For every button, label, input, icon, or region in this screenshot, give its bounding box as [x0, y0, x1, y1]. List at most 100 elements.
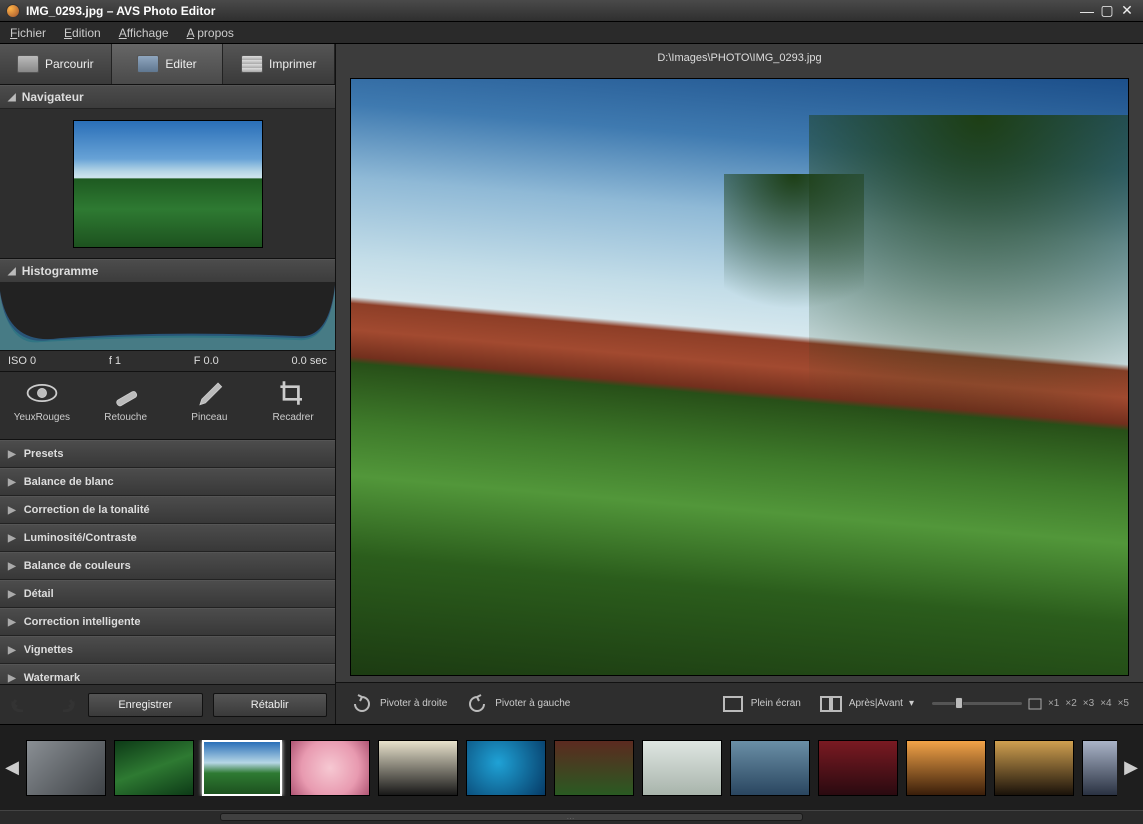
minimize-button[interactable]: —	[1077, 3, 1097, 19]
redo-icon	[51, 698, 75, 712]
panel-correction-intelligente[interactable]: ▶Correction intelligente	[0, 608, 335, 636]
section-navigator-header[interactable]: ◢ Navigateur	[0, 85, 335, 109]
zoom-knob[interactable]	[955, 697, 963, 709]
redo-button[interactable]	[48, 694, 78, 716]
rotate-right-button[interactable]: Pivoter à droite	[350, 694, 447, 714]
filmstrip-thumb[interactable]	[994, 740, 1074, 796]
tab-print-label: Imprimer	[269, 57, 316, 71]
expand-icon: ▶	[8, 589, 16, 600]
filmstrip-thumb[interactable]	[114, 740, 194, 796]
eye-icon	[24, 378, 60, 408]
fit-icon[interactable]	[1028, 698, 1042, 710]
filmstrip-prev[interactable]: ◀	[4, 738, 20, 798]
sidebar-tabs: Parcourir Editer Imprimer	[0, 44, 335, 85]
tab-edit[interactable]: Editer	[112, 44, 224, 84]
panel-balance-de-blanc[interactable]: ▶ Balance de blanc	[0, 468, 335, 496]
panel-label: Balance de couleurs	[24, 560, 131, 572]
panel-vignettes[interactable]: ▶ Vignettes	[0, 636, 335, 664]
expand-icon: ▶	[8, 477, 16, 488]
expand-icon: ▶	[8, 505, 16, 516]
tab-print[interactable]: Imprimer	[223, 44, 335, 84]
undo-icon	[11, 698, 35, 712]
histogram	[0, 283, 335, 351]
filmstrip-next[interactable]: ▶	[1123, 738, 1139, 798]
save-button-label: Enregistrer	[118, 699, 172, 711]
canvas-wrap	[336, 72, 1143, 682]
close-button[interactable]: ✕	[1117, 3, 1137, 19]
filmstrip-thumb[interactable]	[290, 740, 370, 796]
edit-icon	[137, 55, 159, 73]
histo-f: f 1	[109, 355, 121, 367]
panel-label: Balance de blanc	[24, 476, 114, 488]
collapse-icon: ◢	[8, 266, 16, 277]
filmstrip-thumb[interactable]	[642, 740, 722, 796]
panel-label: Presets	[24, 448, 64, 460]
canvas-toolbar: Pivoter à droite Pivoter à gauche Plein …	[336, 682, 1143, 724]
section-histogram-header[interactable]: ◢ Histogramme	[0, 259, 335, 283]
zoom-slider[interactable]	[932, 702, 1022, 705]
save-button[interactable]: Enregistrer	[88, 693, 203, 717]
panel-luminosit-contraste[interactable]: ▶Luminosité/Contraste	[0, 524, 335, 552]
histo-F: F 0.0	[194, 355, 219, 367]
tool-crop[interactable]: Recadrer	[258, 378, 328, 439]
tool-redeye-label: YeuxRouges	[14, 412, 70, 423]
maximize-button[interactable]: ▢	[1097, 3, 1117, 19]
tab-browse[interactable]: Parcourir	[0, 44, 112, 84]
zoom-x5[interactable]: ×5	[1118, 698, 1129, 709]
undo-button[interactable]	[8, 694, 38, 716]
filmstrip-thumb[interactable]	[906, 740, 986, 796]
tool-brush[interactable]: Pinceau	[174, 378, 244, 439]
image-content	[724, 174, 864, 353]
filmstrip-thumb[interactable]	[202, 740, 282, 796]
filmstrip-thumb[interactable]	[378, 740, 458, 796]
compare-button[interactable]: Après|Avant ▾	[819, 694, 914, 714]
reset-button[interactable]: Rétablir	[213, 693, 328, 717]
navigator-body	[0, 109, 335, 259]
filmstrip-thumb[interactable]	[730, 740, 810, 796]
histo-iso: ISO 0	[8, 355, 36, 367]
menu-affichage[interactable]: Affichage	[115, 24, 173, 42]
statusbar-scrollbar[interactable]	[220, 813, 803, 821]
tool-brush-label: Pinceau	[191, 412, 227, 423]
tool-redeye[interactable]: YeuxRouges	[7, 378, 77, 439]
titlebar: IMG_0293.jpg – AVS Photo Editor — ▢ ✕	[0, 0, 1143, 22]
histogram-info: ISO 0 f 1 F 0.0 0.0 sec	[0, 351, 335, 372]
panel-watermark[interactable]: ▶ Watermark	[0, 664, 335, 684]
menubar: Fichier Edition Affichage A propos	[0, 22, 1143, 44]
zoom-x1[interactable]: ×1	[1048, 698, 1059, 709]
sidebar: Parcourir Editer Imprimer ◢ Navigateur	[0, 44, 336, 724]
navigator-thumbnail[interactable]	[73, 120, 263, 248]
app-icon	[6, 4, 20, 18]
panel-label: Watermark	[24, 672, 80, 684]
tab-browse-label: Parcourir	[45, 57, 94, 71]
main-image[interactable]	[350, 78, 1129, 676]
retouch-icon	[108, 378, 144, 408]
tool-crop-label: Recadrer	[273, 412, 314, 423]
filmstrip-thumb[interactable]	[26, 740, 106, 796]
menu-edition[interactable]: Edition	[60, 24, 105, 42]
zoom-x3[interactable]: ×3	[1083, 698, 1094, 709]
tool-retouch[interactable]: Retouche	[91, 378, 161, 439]
expand-icon: ▶	[8, 645, 16, 656]
filmstrip-thumb[interactable]	[818, 740, 898, 796]
tab-edit-label: Editer	[165, 57, 196, 71]
crop-icon	[275, 378, 311, 408]
panel-label: Vignettes	[24, 644, 73, 656]
filmstrip-thumb[interactable]	[1082, 740, 1117, 796]
panel-presets[interactable]: ▶Presets	[0, 440, 335, 468]
section-navigator-title: Navigateur	[22, 90, 84, 104]
panel-correction-de-la-tonalit-[interactable]: ▶Correction de la tonalité	[0, 496, 335, 524]
panel-d-tail[interactable]: ▶Détail	[0, 580, 335, 608]
panel-balance-de-couleurs[interactable]: ▶Balance de couleurs	[0, 552, 335, 580]
zoom-x4[interactable]: ×4	[1100, 698, 1111, 709]
filmstrip-thumb[interactable]	[554, 740, 634, 796]
filmstrip-thumb[interactable]	[466, 740, 546, 796]
rotate-left-button[interactable]: Pivoter à gauche	[465, 694, 570, 714]
resize-grip-icon: ⋯	[567, 814, 577, 823]
zoom-x2[interactable]: ×2	[1065, 698, 1076, 709]
menu-fichier[interactable]: Fichier	[6, 24, 50, 42]
expand-icon: ▶	[8, 673, 16, 684]
panel-list: ▶Presets▶Balance de blanc▶Correction de …	[0, 440, 335, 684]
menu-a-propos[interactable]: A propos	[183, 24, 238, 42]
fullscreen-button[interactable]: Plein écran	[721, 694, 801, 714]
